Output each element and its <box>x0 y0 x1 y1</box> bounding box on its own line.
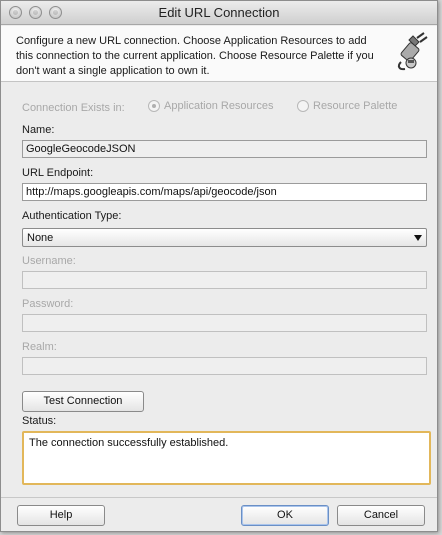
plug-connection-icon <box>397 32 428 71</box>
radio-button-icon <box>297 100 309 112</box>
window-title: Edit URL Connection <box>158 5 280 20</box>
ok-button[interactable]: OK <box>241 505 329 526</box>
chevron-down-icon <box>414 235 422 241</box>
help-button[interactable]: Help <box>17 505 105 526</box>
authentication-type-value: None <box>27 232 54 244</box>
cancel-button[interactable]: Cancel <box>337 505 425 526</box>
status-message-box: The connection successfully established. <box>22 431 431 485</box>
url-endpoint-field[interactable]: http://maps.googleapis.com/maps/api/geoc… <box>22 183 427 201</box>
name-field[interactable]: GoogleGeocodeJSON <box>22 140 427 158</box>
header-description: Configure a new URL connection. Choose A… <box>16 35 374 77</box>
authentication-type-label: Authentication Type: <box>22 210 122 222</box>
footer-divider <box>1 497 437 498</box>
radio-application-resources[interactable]: Application Resources <box>148 100 273 112</box>
password-field[interactable] <box>22 314 427 332</box>
radio-resource-palette[interactable]: Resource Palette <box>297 100 397 112</box>
status-label: Status: <box>22 415 57 427</box>
radio-button-icon <box>148 100 160 112</box>
connection-exists-label: Connection Exists in: <box>22 102 125 114</box>
edit-url-connection-dialog: Edit URL Connection Configure a new URL … <box>0 0 438 532</box>
authentication-type-select[interactable]: None <box>22 228 427 247</box>
radio-resource-palette-label: Resource Palette <box>313 100 398 112</box>
radio-application-resources-label: Application Resources <box>164 100 274 112</box>
name-label: Name: <box>22 124 55 136</box>
username-label: Username: <box>22 255 76 267</box>
realm-field[interactable] <box>22 357 427 375</box>
username-field[interactable] <box>22 271 427 289</box>
password-label: Password: <box>22 298 74 310</box>
realm-label: Realm: <box>22 341 57 353</box>
test-connection-button[interactable]: Test Connection <box>22 391 144 412</box>
url-endpoint-label: URL Endpoint: <box>22 167 94 179</box>
status-message: The connection successfully established. <box>29 437 229 449</box>
dialog-header: Configure a new URL connection. Choose A… <box>1 26 437 82</box>
title-bar: Edit URL Connection <box>1 1 437 25</box>
